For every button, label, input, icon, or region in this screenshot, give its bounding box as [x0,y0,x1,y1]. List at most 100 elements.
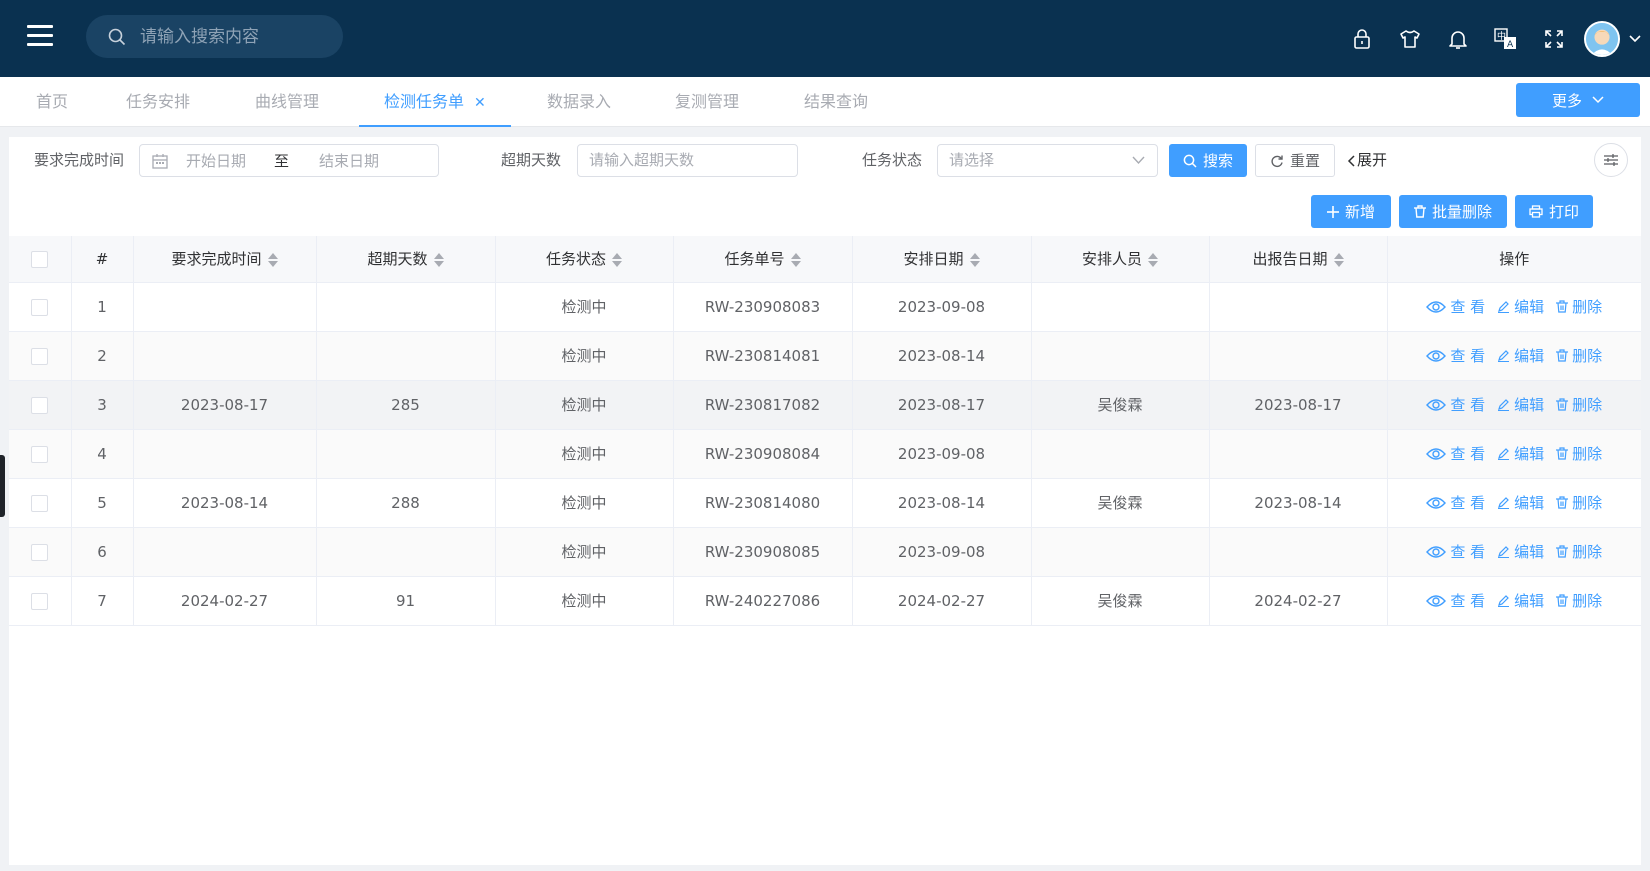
column-header-label: 要求完成时间 [171,250,262,269]
view-button[interactable]: 查 看 [1426,296,1485,317]
tab-data-entry[interactable]: 数据录入 [547,77,611,127]
table-row[interactable]: 4 检测中 RW-230908084 2023-09-08 查 看 编辑 删除 [9,429,1641,479]
tab-inspection-orders[interactable]: 检测任务单 ✕ [359,77,511,127]
close-icon[interactable]: ✕ [474,95,486,111]
delete-button[interactable]: 删除 [1556,492,1602,513]
table-row[interactable]: 2 检测中 RW-230814081 2023-08-14 查 看 编辑 删除 [9,331,1641,381]
tab-task-arrangement[interactable]: 任务安排 [126,77,190,127]
table-row[interactable]: 1 检测中 RW-230908083 2023-09-08 查 看 编辑 删除 [9,282,1641,332]
range-separator: 至 [274,152,290,170]
edit-button[interactable]: 编辑 [1497,345,1544,366]
table-row[interactable]: 7 2024-02-27 91 检测中 RW-240227086 2024-02-27 吴俊… [9,576,1641,626]
table-row[interactable]: 5 2023-08-14 288 检测中 RW-230814080 2023-08-14 吴… [9,478,1641,528]
view-button[interactable]: 查 看 [1426,345,1485,366]
row-select-cell [9,331,72,381]
cell-overdue-days [316,282,496,332]
end-date-input[interactable]: 结束日期 [319,150,379,171]
edit-button[interactable]: 编辑 [1497,590,1544,611]
task-table: # 要求完成时间 超期天数 任务状态 任务单号 安排日期 安排人员 出报告日期 … [9,236,1641,626]
svg-text:A: A [1507,40,1514,50]
column-header-order-no[interactable]: 任务单号 [673,236,853,283]
delete-button[interactable]: 删除 [1556,590,1602,611]
delete-label: 删除 [1572,396,1603,414]
column-settings-button[interactable] [1594,143,1628,177]
delete-button[interactable]: 删除 [1556,345,1602,366]
delete-button[interactable]: 删除 [1556,394,1602,415]
drawer-handle[interactable] [0,455,5,517]
row-checkbox[interactable] [31,298,49,316]
edit-button[interactable]: 编辑 [1497,492,1544,513]
sort-icon[interactable] [790,252,801,268]
edit-button[interactable]: 编辑 [1497,541,1544,562]
avatar[interactable] [1584,20,1620,57]
column-header-assignee[interactable]: 安排人员 [1031,236,1210,283]
edit-button[interactable]: 编辑 [1497,296,1544,317]
edit-button[interactable]: 编辑 [1497,443,1544,464]
delete-label: 删除 [1572,543,1603,561]
table-row[interactable]: 6 检测中 RW-230908085 2023-09-08 查 看 编辑 删除 [9,527,1641,577]
select-all-checkbox[interactable] [31,250,49,268]
print-button[interactable]: 打印 [1515,195,1593,228]
calendar-icon [152,153,168,169]
sort-icon[interactable] [1148,252,1158,268]
date-range-picker[interactable]: 开始日期 至 结束日期 [139,144,439,177]
lock-icon[interactable] [1338,19,1386,59]
more-button[interactable]: 更多 [1516,83,1640,117]
row-checkbox[interactable] [31,494,49,512]
menu-toggle-icon[interactable] [27,25,53,47]
search-button[interactable]: 搜索 [1169,144,1247,177]
edit-button[interactable]: 编辑 [1497,394,1544,415]
row-checkbox[interactable] [31,347,49,365]
delete-button[interactable]: 删除 [1556,541,1602,562]
column-header-schedule-date[interactable]: 安排日期 [852,236,1032,283]
cell-operations: 查 看 编辑 删除 [1387,576,1641,626]
row-checkbox[interactable] [31,396,49,414]
column-header-due-time[interactable]: 要求完成时间 [133,236,317,283]
row-checkbox[interactable] [31,543,49,561]
delete-button[interactable]: 删除 [1556,443,1602,464]
expand-toggle[interactable]: 展开 [1347,144,1387,177]
cell-schedule-date: 2023-09-08 [852,282,1032,332]
tab-result-query[interactable]: 结果查询 [804,77,868,127]
start-date-input[interactable]: 开始日期 [186,150,246,171]
tab-home[interactable]: 首页 [36,77,68,127]
table-row[interactable]: 3 2023-08-17 285 检测中 RW-230817082 2023-08-17 吴… [9,380,1641,430]
column-header-status[interactable]: 任务状态 [495,236,674,283]
tab-curve-management[interactable]: 曲线管理 [255,77,319,127]
cell-schedule-date: 2023-08-14 [852,331,1032,381]
sort-icon[interactable] [267,252,278,268]
add-button[interactable]: 新增 [1311,195,1391,228]
column-header-overdue-days[interactable]: 超期天数 [316,236,496,283]
translate-icon[interactable]: 中A [1482,19,1530,59]
sort-icon[interactable] [969,252,980,268]
view-button[interactable]: 查 看 [1426,590,1485,611]
cell-status: 检测中 [495,527,674,577]
overdue-days-input[interactable]: 请输入超期天数 [577,144,798,177]
cell-overdue-days [316,331,496,381]
fullscreen-icon[interactable] [1530,19,1578,59]
sort-icon[interactable] [1333,252,1344,268]
tab-retest-management[interactable]: 复测管理 [675,77,739,127]
cell-status: 检测中 [495,282,674,332]
row-checkbox[interactable] [31,445,49,463]
chevron-down-icon[interactable] [1620,19,1650,59]
column-header-label: 任务单号 [724,250,785,269]
reset-button[interactable]: 重置 [1255,144,1335,177]
sort-icon[interactable] [433,252,444,268]
row-checkbox[interactable] [31,592,49,610]
task-status-select[interactable]: 请选择 [937,144,1158,177]
sort-icon[interactable] [612,252,622,268]
delete-button[interactable]: 删除 [1556,296,1602,317]
global-search-input[interactable] [140,26,320,47]
view-button[interactable]: 查 看 [1426,492,1485,513]
shirt-icon[interactable] [1386,19,1434,59]
global-search[interactable] [86,15,343,58]
column-header-report-date[interactable]: 出报告日期 [1209,236,1388,283]
cell-assignee [1031,527,1210,577]
plus-icon [1326,205,1339,218]
view-button[interactable]: 查 看 [1426,394,1485,415]
batch-delete-button[interactable]: 批量删除 [1399,195,1507,228]
bell-icon[interactable] [1434,19,1482,59]
view-button[interactable]: 查 看 [1426,443,1485,464]
view-button[interactable]: 查 看 [1426,541,1485,562]
